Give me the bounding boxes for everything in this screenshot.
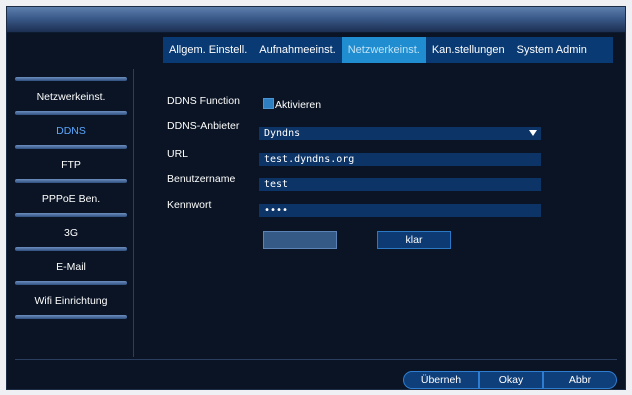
vertical-divider: [133, 69, 134, 357]
tab-general-settings[interactable]: Allgem. Einstell.: [163, 37, 253, 63]
tab-system-admin[interactable]: System Admin: [511, 37, 593, 63]
clear-button[interactable]: klar: [377, 231, 451, 249]
ddns-function-label: DDNS Function: [167, 95, 240, 107]
url-label: URL: [167, 148, 189, 160]
sidebar: Netzwerkeinst. DDNS FTP PPPoE Ben. 3G E-…: [15, 77, 127, 319]
url-value: test.dyndns.org: [264, 154, 355, 165]
tab-bar: Allgem. Einstell. Aufnahmeeinst. Netzwer…: [163, 37, 613, 63]
sidebar-item-pppoe[interactable]: PPPoE Ben.: [15, 179, 127, 213]
test-button[interactable]: [263, 231, 337, 249]
settings-window: Allgem. Einstell. Aufnahmeeinst. Netzwer…: [6, 6, 626, 390]
sidebar-item-3g[interactable]: 3G: [15, 213, 127, 247]
chevron-down-icon: [529, 130, 537, 136]
ddns-provider-select[interactable]: Dyndns: [259, 127, 541, 140]
url-input[interactable]: test.dyndns.org: [259, 153, 541, 166]
sidebar-item-label: E-Mail: [56, 261, 86, 273]
username-input[interactable]: test: [259, 178, 541, 191]
bottom-divider: [15, 359, 617, 360]
tab-channel-settings[interactable]: Kan.stellungen: [426, 37, 511, 63]
sidebar-item-ddns[interactable]: DDNS: [15, 111, 127, 145]
tab-network-settings[interactable]: Netzwerkeinst.: [341, 37, 426, 63]
ddns-enable-checkbox[interactable]: [263, 98, 274, 109]
sidebar-item-network-settings[interactable]: Netzwerkeinst.: [15, 77, 127, 111]
ddns-enable-label: Aktivieren: [275, 99, 322, 111]
sidebar-item-ftp[interactable]: FTP: [15, 145, 127, 179]
sidebar-item-wifi-setup[interactable]: Wifi Einrichtung: [15, 281, 127, 315]
sidebar-item-label: DDNS: [56, 125, 86, 137]
title-bar: [7, 7, 625, 33]
sidebar-item-label: FTP: [61, 159, 81, 171]
sidebar-divider: [15, 315, 127, 319]
password-value: ••••: [264, 205, 289, 216]
sidebar-item-label: Netzwerkeinst.: [36, 91, 106, 103]
username-value: test: [264, 179, 289, 190]
apply-button[interactable]: Überneh: [403, 371, 479, 389]
password-input[interactable]: ••••: [259, 204, 541, 217]
password-label: Kennwort: [167, 199, 212, 211]
bottom-button-bar: Überneh Okay Abbr: [403, 371, 625, 391]
ddns-provider-label: DDNS-Anbieter: [167, 120, 240, 132]
sidebar-item-label: PPPoE Ben.: [41, 193, 101, 205]
username-label: Benutzername: [167, 173, 236, 185]
sidebar-item-label: Wifi Einrichtung: [34, 295, 108, 307]
cancel-button[interactable]: Abbr: [543, 371, 617, 389]
sidebar-item-label: 3G: [63, 227, 78, 239]
sidebar-item-email[interactable]: E-Mail: [15, 247, 127, 281]
ok-button[interactable]: Okay: [479, 371, 543, 389]
ddns-provider-value: Dyndns: [264, 128, 301, 139]
tab-recording-settings[interactable]: Aufnahmeeinst.: [253, 37, 341, 63]
